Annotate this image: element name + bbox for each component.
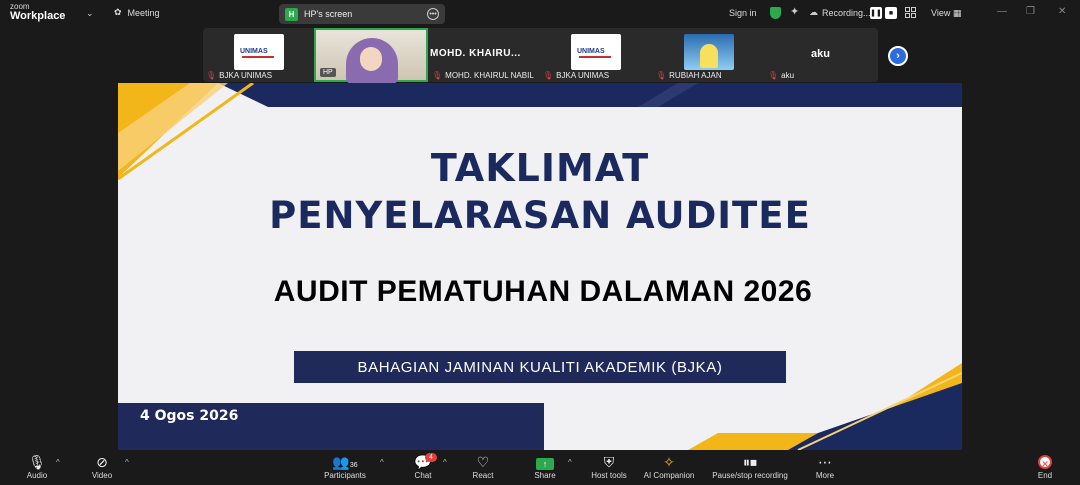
ai-sparkle-icon[interactable]: ✦ <box>790 5 799 18</box>
mic-muted-icon: 🎙 <box>543 71 554 80</box>
host-tools-label: Host tools <box>591 471 627 480</box>
slide-date: 4 Ogos 2026 <box>140 408 239 424</box>
video-options-caret[interactable]: ^ <box>125 458 129 467</box>
audio-label: Audio <box>26 471 48 480</box>
recording-control-label: Pause/stop recording <box>712 471 788 480</box>
pause-stop-recording-button[interactable]: ⏸⏹ Pause/stop recording <box>706 454 794 480</box>
ai-companion-button[interactable]: ✧ AI Companion <box>640 454 698 480</box>
share-label: HP's screen <box>304 9 353 19</box>
shared-screen-slide: TAKLIMAT PENYELARASAN AUDITEE AUDIT PEMA… <box>118 83 962 450</box>
participant-name: MOHD. KHAIRUL NABIL <box>445 71 534 80</box>
share-button[interactable]: ↑ Share <box>530 454 560 480</box>
chevron-down-icon[interactable]: ⌄ <box>86 8 94 19</box>
view-label: View <box>931 8 951 18</box>
unimas-logo: UNIMAS <box>234 34 284 70</box>
chat-label: Chat <box>414 471 432 480</box>
unimas-logo-text: UNIMAS <box>577 48 605 55</box>
sharer-badge: H <box>285 7 298 21</box>
end-label: End <box>1037 471 1053 480</box>
end-meeting-button[interactable]: ✕ End <box>1032 454 1058 480</box>
mic-muted-icon: 🎙 <box>206 71 217 80</box>
video-button[interactable]: ⊘ Video <box>89 454 115 480</box>
participants-label: Participants <box>324 471 366 480</box>
host-tools-button[interactable]: ⛨ Host tools <box>586 454 632 480</box>
recording-controls: ❚❚ ■ <box>870 7 897 19</box>
maximize-icon[interactable]: ❐ <box>1026 6 1035 17</box>
participant-tile[interactable]: UNIMAS 🎙 BJKA UNIMAS <box>540 28 652 82</box>
participant-tile[interactable]: 🎙 aku <box>765 28 877 82</box>
active-speaker-tile[interactable]: HP <box>314 28 428 84</box>
more-options-icon[interactable]: ••• <box>427 8 439 20</box>
participants-options-caret[interactable]: ^ <box>380 458 384 467</box>
react-label: React <box>472 471 494 480</box>
unimas-logo-text: UNIMAS <box>240 48 268 55</box>
logo-line2: Workplace <box>10 10 66 22</box>
slide-title-line1: TAKLIMAT <box>430 146 650 190</box>
slide-decoration <box>118 83 962 450</box>
ai-sparkle-icon: ✧ <box>663 454 675 470</box>
slide-subtitle: AUDIT PEMATUHAN DALAMAN 2026 <box>273 275 813 308</box>
participants-icon: 👥36 <box>332 454 358 470</box>
mic-muted-icon: 🎙 <box>656 71 667 80</box>
meeting-info-button[interactable]: ✿ Meeting <box>114 7 160 18</box>
participant-name: BJKA UNIMAS <box>556 71 610 80</box>
more-button[interactable]: ⋯ More <box>810 454 840 480</box>
view-button[interactable]: View ▦ <box>931 8 961 19</box>
audio-options-caret[interactable]: ^ <box>56 458 60 467</box>
participant-strip: UNIMAS 🎙 BJKA UNIMAS HP MOHD. KHAIRU... 🎙… <box>203 28 878 84</box>
gallery-grid-icon[interactable] <box>905 7 916 18</box>
minimize-icon[interactable]: — <box>997 6 1007 17</box>
share-label: Share <box>534 471 556 480</box>
video-off-icon: ⊘ <box>96 454 108 470</box>
mic-muted-icon: 🎙 <box>432 71 443 80</box>
recording-status: ☁ Recording... <box>809 7 871 18</box>
heart-icon: ♡ <box>476 454 490 470</box>
share-screen-icon: ↑ <box>536 458 554 470</box>
screen-share-indicator[interactable]: H HP's screen ••• <box>279 4 445 24</box>
pause-stop-icon: ⏸⏹ <box>743 454 757 470</box>
mic-muted-icon: 🎙 <box>768 71 779 80</box>
pause-recording-icon[interactable]: ❚❚ <box>870 7 882 19</box>
meeting-icon: ✿ <box>114 7 122 17</box>
unimas-logo: UNIMAS <box>571 34 621 70</box>
share-options-caret[interactable]: ^ <box>568 458 572 467</box>
next-page-button[interactable]: › <box>888 46 908 66</box>
participant-name: BJKA UNIMAS <box>219 71 273 80</box>
slide-title-line2: PENYELARASAN AUDITEE <box>269 194 811 237</box>
shield-icon: ⛨ <box>603 454 615 470</box>
participant-name: RUBIAH AJAN <box>669 71 722 80</box>
more-label: More <box>815 471 835 480</box>
video-label: Video <box>91 471 113 480</box>
participant-tile[interactable]: 🎙 RUBIAH AJAN <box>653 28 765 82</box>
encryption-shield-icon[interactable] <box>770 7 781 19</box>
cloud-icon: ☁ <box>809 7 818 17</box>
top-bar: zoom Workplace ⌄ ✿ Meeting H HP's screen… <box>0 0 1080 28</box>
participant-name: aku <box>781 71 795 80</box>
participant-tile[interactable]: 🎙 MOHD. KHAIRUL NABIL <box>427 28 539 82</box>
department-banner: BAHAGIAN JAMINAN KUALITI AKADEMIK (BJKA) <box>294 351 786 383</box>
participants-count: 36 <box>349 462 358 469</box>
audio-button[interactable]: 🎙 Audio <box>24 454 50 480</box>
mic-muted-icon: 🎙 <box>28 454 46 470</box>
participant-name: HP <box>320 68 336 77</box>
stop-recording-icon[interactable]: ■ <box>885 7 897 19</box>
recording-label: Recording... <box>822 7 871 18</box>
sign-in-link[interactable]: Sign in <box>729 8 757 18</box>
participants-button[interactable]: 👥36 Participants <box>318 454 372 480</box>
participant-tile[interactable]: UNIMAS 🎙 BJKA UNIMAS <box>203 28 315 82</box>
meeting-label: Meeting <box>127 7 160 18</box>
meeting-toolbar: 🎙 Audio ^ ⊘ Video ^ 👥36 Participants ^ 💬… <box>0 450 1080 485</box>
chat-options-caret[interactable]: ^ <box>443 458 447 467</box>
end-icon: ✕ <box>1038 455 1052 469</box>
ai-companion-label: AI Companion <box>643 471 695 480</box>
chat-unread-badge: 4 <box>425 453 437 462</box>
react-button[interactable]: ♡ React <box>468 454 498 480</box>
close-icon[interactable]: ✕ <box>1058 6 1066 17</box>
more-icon: ⋯ <box>818 454 832 470</box>
zoom-logo: zoom Workplace <box>10 3 65 22</box>
